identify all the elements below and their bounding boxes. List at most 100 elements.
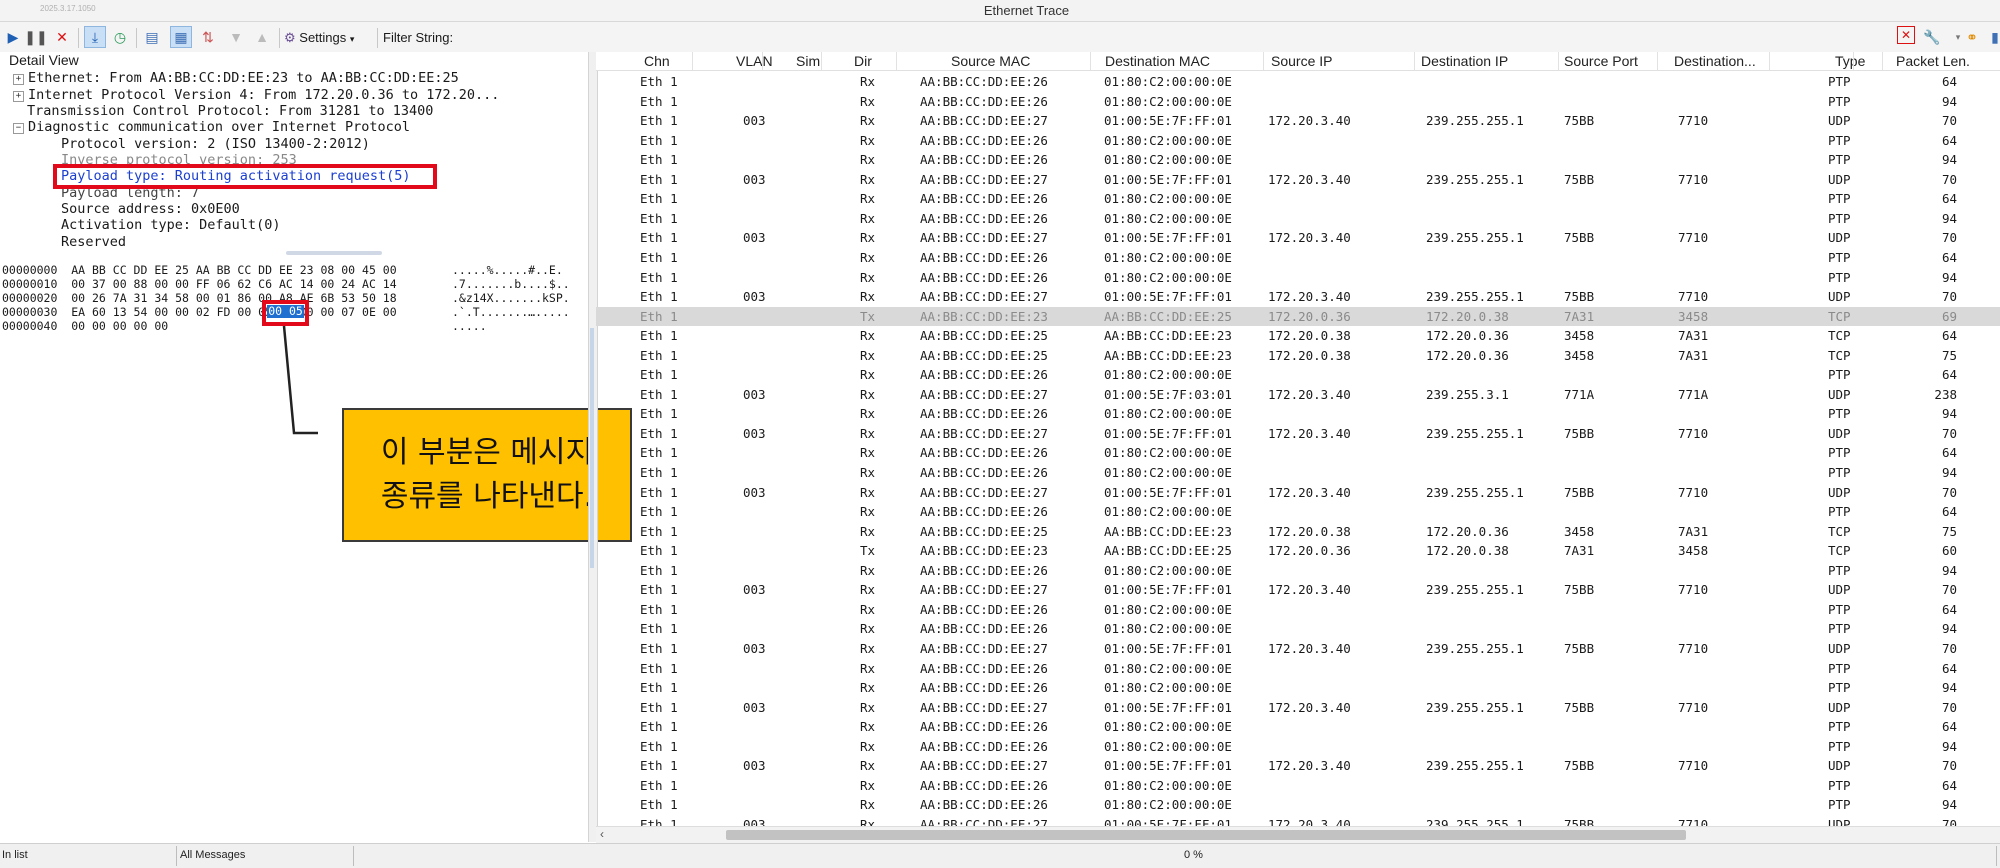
table-cell: PTP	[1828, 797, 1851, 813]
table-row[interactable]: Eth 1 Rx AA:BB:CC:DD:EE:26 01:80:C2:00:00:0…	[596, 268, 2000, 288]
column-header[interactable]: Destination MAC	[1105, 53, 1210, 69]
table-row[interactable]: Eth 1 Rx AA:BB:CC:DD:EE:26 01:80:C2:00:00:0…	[596, 561, 2000, 581]
table-row[interactable]: Eth 1 Rx AA:BB:CC:DD:EE:26 01:80:C2:00:00:0…	[596, 717, 2000, 737]
table-cell: AA:BB:CC:DD:EE:26	[920, 601, 1048, 617]
table-row[interactable]: Eth 1 003 Rx AA:BB:CC:DD:EE:27 01:00:5E:7F:F…	[596, 170, 2000, 190]
table-cell: 01:80:C2:00:00:0E	[1104, 504, 1232, 520]
column-resize-handle[interactable]	[1414, 52, 1415, 70]
table-cell: 7A31	[1678, 347, 1709, 363]
table-row[interactable]: Eth 1 Rx AA:BB:CC:DD:EE:25 AA:BB:CC:DD:EE:2…	[596, 346, 2000, 366]
column-header[interactable]: Source MAC	[951, 53, 1030, 69]
table-cell: Eth 1	[640, 308, 678, 324]
table-cell: Rx	[860, 699, 876, 715]
table-row[interactable]: Eth 1 Rx AA:BB:CC:DD:EE:26 01:80:C2:00:00:0…	[596, 72, 2000, 92]
table-row[interactable]: Eth 1 Rx AA:BB:CC:DD:EE:26 01:80:C2:00:00:0…	[596, 795, 2000, 815]
table-row[interactable]: Eth 1 003 Rx AA:BB:CC:DD:EE:27 01:00:5E:7F:F…	[596, 483, 2000, 503]
table-cell: 003	[743, 699, 766, 715]
horizontal-scrollbar-thumb[interactable]	[726, 830, 1686, 840]
table-row[interactable]: Eth 1 Rx AA:BB:CC:DD:EE:26 01:80:C2:00:00:0…	[596, 209, 2000, 229]
table-cell: 01:80:C2:00:00:0E	[1104, 797, 1232, 813]
column-resize-handle[interactable]	[1263, 52, 1264, 70]
table-row[interactable]: Eth 1 003 Rx AA:BB:CC:DD:EE:27 01:00:5E:7F:F…	[596, 756, 2000, 776]
table-cell: Rx	[860, 484, 876, 500]
table-cell: 771A	[1678, 386, 1709, 402]
table-row[interactable]: Eth 1 Rx AA:BB:CC:DD:EE:26 01:80:C2:00:00:0…	[596, 248, 2000, 268]
column-resize-handle[interactable]	[692, 52, 693, 70]
table-cell: AA:BB:CC:DD:EE:23	[1104, 347, 1232, 363]
column-header[interactable]: VLAN	[736, 53, 773, 69]
horizontal-scrollbar[interactable]: ‹	[596, 826, 2000, 843]
table-cell: 94	[1941, 210, 1957, 226]
table-row[interactable]: Eth 1 Rx AA:BB:CC:DD:EE:26 01:80:C2:00:00:0…	[596, 737, 2000, 757]
column-header[interactable]: Packet Len.	[1896, 53, 1970, 69]
table-cell: Rx	[860, 621, 876, 637]
table-row[interactable]: Eth 1 Tx AA:BB:CC:DD:EE:23 AA:BB:CC:DD:EE:2…	[596, 541, 2000, 561]
table-cell: 64	[1941, 504, 1957, 520]
column-resize-handle[interactable]	[1853, 52, 1854, 70]
column-resize-handle[interactable]	[896, 52, 897, 70]
table-row[interactable]: Eth 1 Rx AA:BB:CC:DD:EE:26 01:80:C2:00:00:0…	[596, 131, 2000, 151]
column-resize-handle[interactable]	[1090, 52, 1091, 70]
table-cell: Eth 1	[640, 621, 678, 637]
column-resize-handle[interactable]	[762, 52, 763, 70]
table-row[interactable]: Eth 1 Rx AA:BB:CC:DD:EE:26 01:80:C2:00:00:0…	[596, 443, 2000, 463]
table-cell: PTP	[1828, 680, 1851, 696]
table-cell: AA:BB:CC:DD:EE:27	[920, 425, 1048, 441]
table-cell: Rx	[860, 562, 876, 578]
column-resize-handle[interactable]	[821, 52, 822, 70]
table-row[interactable]: Eth 1 Rx AA:BB:CC:DD:EE:26 01:80:C2:00:00:0…	[596, 678, 2000, 698]
table-row[interactable]: Eth 1 003 Rx AA:BB:CC:DD:EE:27 01:00:5E:7F:F…	[596, 228, 2000, 248]
column-resize-handle[interactable]	[1882, 52, 1883, 70]
table-row[interactable]: Eth 1 003 Rx AA:BB:CC:DD:EE:27 01:00:5E:7F:F…	[596, 424, 2000, 444]
column-header[interactable]: Destination IP	[1421, 53, 1508, 69]
table-row[interactable]: Eth 1 Rx AA:BB:CC:DD:EE:26 01:80:C2:00:00:0…	[596, 600, 2000, 620]
table-cell: 64	[1941, 249, 1957, 265]
table-cell: 172.20.0.36	[1268, 543, 1351, 559]
scroll-left-icon[interactable]: ‹	[600, 827, 604, 841]
table-row[interactable]: Eth 1 Rx AA:BB:CC:DD:EE:26 01:80:C2:00:00:0…	[596, 92, 2000, 112]
table-row[interactable]: Eth 1 003 Rx AA:BB:CC:DD:EE:27 01:00:5E:7F:F…	[596, 111, 2000, 131]
table-cell: 7710	[1678, 230, 1709, 246]
table-row[interactable]: Eth 1 Rx AA:BB:CC:DD:EE:26 01:80:C2:00:00:0…	[596, 619, 2000, 639]
column-resize-handle[interactable]	[1558, 52, 1559, 70]
table-cell: 172.20.3.40	[1268, 171, 1351, 187]
table-row[interactable]: Eth 1 Rx AA:BB:CC:DD:EE:26 01:80:C2:00:00:0…	[596, 776, 2000, 796]
table-row[interactable]: Eth 1 003 Rx AA:BB:CC:DD:EE:27 01:00:5E:7F:F…	[596, 698, 2000, 718]
status-bar: In list All Messages 0 %	[0, 843, 2000, 868]
table-cell: 172.20.3.40	[1268, 699, 1351, 715]
table-row[interactable]: Eth 1 Rx AA:BB:CC:DD:EE:25 AA:BB:CC:DD:EE:2…	[596, 326, 2000, 346]
table-cell: Rx	[860, 445, 876, 461]
column-header[interactable]: Sim	[796, 53, 820, 69]
table-row[interactable]: Eth 1 Rx AA:BB:CC:DD:EE:26 01:80:C2:00:00:0…	[596, 502, 2000, 522]
table-row[interactable]: Eth 1 003 Rx AA:BB:CC:DD:EE:27 01:00:5E:7F:F…	[596, 580, 2000, 600]
table-cell: 239.255.255.1	[1426, 425, 1524, 441]
column-header[interactable]: Source IP	[1271, 53, 1332, 69]
table-row[interactable]: Eth 1 Rx AA:BB:CC:DD:EE:26 01:80:C2:00:00:0…	[596, 150, 2000, 170]
table-cell: 7710	[1678, 640, 1709, 656]
table-row[interactable]: Eth 1 Rx AA:BB:CC:DD:EE:25 AA:BB:CC:DD:EE:2…	[596, 522, 2000, 542]
column-header[interactable]: Type	[1835, 53, 1865, 69]
column-header[interactable]: Chn	[644, 53, 670, 69]
table-row[interactable]: Eth 1 003 Rx AA:BB:CC:DD:EE:27 01:00:5E:7F:F…	[596, 287, 2000, 307]
table-row[interactable]: Eth 1 Rx AA:BB:CC:DD:EE:26 01:80:C2:00:00:0…	[596, 463, 2000, 483]
table-cell: 75BB	[1564, 289, 1595, 305]
table-row[interactable]: Eth 1 Rx AA:BB:CC:DD:EE:26 01:80:C2:00:00:0…	[596, 404, 2000, 424]
table-row[interactable]: Eth 1 Rx AA:BB:CC:DD:EE:26 01:80:C2:00:00:0…	[596, 365, 2000, 385]
column-header[interactable]: Source Port	[1564, 53, 1638, 69]
table-row[interactable]: Eth 1 003 Rx AA:BB:CC:DD:EE:27 01:00:5E:7F:0…	[596, 385, 2000, 405]
column-resize-handle[interactable]	[1769, 52, 1770, 70]
table-cell: 64	[1941, 777, 1957, 793]
column-header[interactable]: Destination...	[1674, 53, 1756, 69]
table-cell: UDP	[1828, 425, 1851, 441]
column-resize-handle[interactable]	[1657, 52, 1658, 70]
table-cell: Rx	[860, 230, 876, 246]
table-cell: AA:BB:CC:DD:EE:26	[920, 152, 1048, 168]
table-row[interactable]: Eth 1 003 Rx AA:BB:CC:DD:EE:27 01:00:5E:7F:F…	[596, 639, 2000, 659]
table-row[interactable]: Eth 1 Rx AA:BB:CC:DD:EE:26 01:80:C2:00:00:0…	[596, 659, 2000, 679]
table-cell: 01:80:C2:00:00:0E	[1104, 93, 1232, 109]
table-row[interactable]: Eth 1 Tx AA:BB:CC:DD:EE:23 AA:BB:CC:DD:EE:2…	[596, 306, 2000, 327]
vertical-scrollbar-thumb[interactable]	[590, 328, 594, 568]
column-header[interactable]: Dir	[854, 53, 872, 69]
table-cell: Eth 1	[640, 543, 678, 559]
table-row[interactable]: Eth 1 Rx AA:BB:CC:DD:EE:26 01:80:C2:00:00:0…	[596, 189, 2000, 209]
